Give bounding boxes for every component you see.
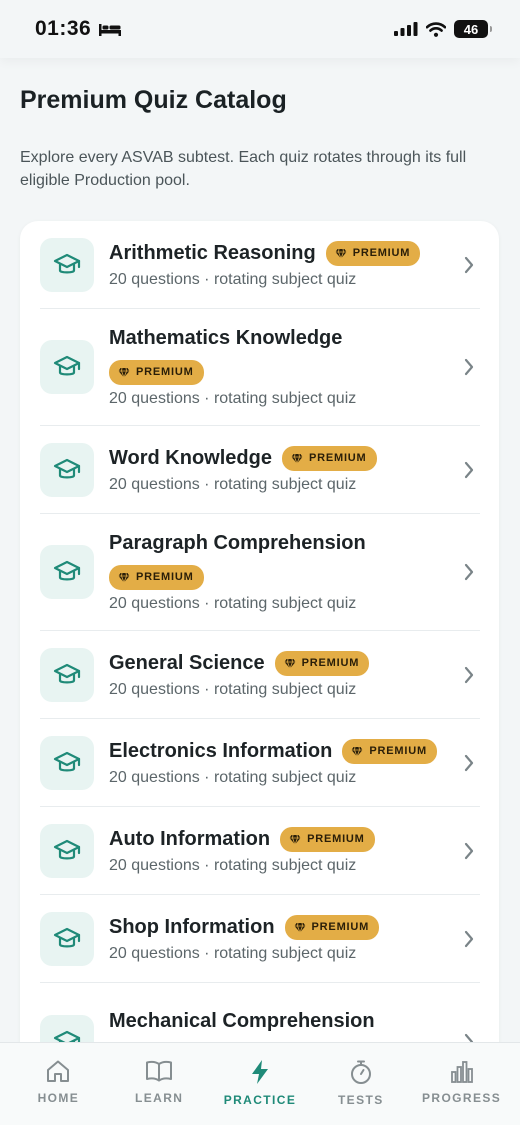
chevron-right-icon bbox=[464, 461, 474, 478]
chevron-right-icon bbox=[464, 754, 474, 771]
graduation-cap-icon bbox=[40, 735, 94, 790]
quiz-title: Shop Information bbox=[109, 915, 275, 938]
graduation-cap-icon bbox=[40, 237, 94, 292]
tab-label: TESTS bbox=[337, 1093, 384, 1107]
tab-learn[interactable]: LEARN bbox=[111, 1043, 207, 1125]
graduation-cap-icon bbox=[40, 340, 94, 394]
quiz-subtitle: 20 questions · rotating subject quiz bbox=[109, 768, 357, 786]
premium-badge-label: PREMIUM bbox=[307, 833, 365, 845]
status-right: 46 bbox=[394, 20, 492, 38]
graduation-cap-icon bbox=[40, 823, 94, 878]
chevron-right-icon bbox=[464, 842, 474, 859]
quiz-subtitle: 20 questions · rotating subject quiz bbox=[109, 680, 357, 698]
tab-progress[interactable]: PROGRESS bbox=[414, 1043, 510, 1125]
quiz-title: Word Knowledge bbox=[109, 446, 272, 469]
graduation-cap-icon bbox=[40, 545, 94, 599]
premium-badge-label: PREMIUM bbox=[369, 745, 427, 757]
diamond-icon bbox=[291, 453, 303, 464]
quiz-subtitle: 20 questions · rotating subject quiz bbox=[109, 475, 357, 493]
quiz-row-shop-information[interactable]: Shop Information PREMIUM 20 questions · … bbox=[40, 895, 480, 983]
chevron-right-icon bbox=[464, 256, 474, 273]
chevron-right-icon bbox=[464, 358, 474, 376]
quiz-row-arithmetic-reasoning[interactable]: Arithmetic Reasoning PREMIUM 20 question… bbox=[40, 221, 480, 309]
status-bar: 01:36 46 bbox=[0, 0, 520, 58]
quiz-subtitle: 20 questions · rotating subject quiz bbox=[109, 856, 357, 874]
premium-badge: PREMIUM bbox=[325, 240, 421, 266]
quiz-row-electronics-information[interactable]: Electronics Information PREMIUM 20 quest… bbox=[40, 719, 480, 807]
diamond-icon bbox=[118, 572, 130, 583]
tab-home[interactable]: HOME bbox=[10, 1043, 106, 1125]
quiz-list-card: Arithmetic Reasoning PREMIUM 20 question… bbox=[20, 221, 499, 1081]
premium-badge: PREMIUM bbox=[109, 564, 204, 590]
premium-badge: PREMIUM bbox=[342, 738, 437, 764]
premium-badge-label: PREMIUM bbox=[136, 366, 194, 378]
diamond-icon bbox=[351, 746, 363, 757]
battery-indicator: 46 bbox=[454, 20, 492, 38]
quiz-title: Mechanical Comprehension bbox=[109, 1010, 375, 1032]
quiz-title: Mathematics Knowledge bbox=[109, 326, 343, 349]
graduation-cap-icon bbox=[40, 911, 94, 966]
chevron-right-icon bbox=[464, 930, 474, 947]
chevron-right-icon bbox=[464, 563, 474, 581]
cellular-signal-icon bbox=[394, 22, 418, 36]
wifi-icon bbox=[426, 21, 446, 37]
quiz-row-mathematics-knowledge[interactable]: Mathematics Knowledge PREMIUM 20 questio… bbox=[40, 309, 480, 426]
quiz-row-auto-information[interactable]: Auto Information PREMIUM 20 questions · … bbox=[40, 807, 480, 895]
tab-label: PROGRESS bbox=[421, 1091, 502, 1105]
status-left: 01:36 bbox=[35, 17, 122, 41]
quiz-title: Electronics Information bbox=[109, 739, 333, 762]
book-icon bbox=[146, 1060, 173, 1082]
quiz-subtitle: 20 questions · rotating subject quiz bbox=[109, 594, 357, 612]
clock: 01:36 bbox=[35, 17, 92, 40]
premium-badge: PREMIUM bbox=[280, 826, 375, 852]
tab-tests[interactable]: TESTS bbox=[313, 1043, 409, 1125]
diamond-icon bbox=[284, 658, 296, 669]
graduation-cap-icon bbox=[40, 442, 94, 497]
premium-badge-label: PREMIUM bbox=[136, 571, 194, 583]
page-title: Premium Quiz Catalog bbox=[20, 86, 287, 114]
premium-badge: PREMIUM bbox=[274, 650, 370, 676]
diamond-icon bbox=[294, 922, 306, 933]
bolt-icon bbox=[251, 1060, 268, 1084]
bed-icon bbox=[99, 24, 122, 36]
quiz-title: Arithmetic Reasoning bbox=[109, 241, 316, 264]
chevron-right-icon bbox=[464, 666, 474, 683]
page-subtitle: Explore every ASVAB subtest. Each quiz r… bbox=[20, 149, 467, 189]
premium-badge-label: PREMIUM bbox=[308, 452, 367, 464]
premium-badge-label: PREMIUM bbox=[311, 921, 370, 933]
diamond-icon bbox=[118, 367, 130, 378]
premium-badge: PREMIUM bbox=[109, 359, 204, 385]
graduation-cap-icon bbox=[40, 647, 94, 702]
stopwatch-icon bbox=[350, 1060, 371, 1084]
quiz-subtitle: 20 questions · rotating subject quiz bbox=[109, 270, 357, 288]
home-icon bbox=[47, 1060, 70, 1082]
bottom-tab-bar: HOME LEARN PRACTICE TESTS PROGRESS bbox=[0, 1042, 520, 1125]
diamond-icon bbox=[289, 834, 301, 845]
quiz-subtitle: 20 questions · rotating subject quiz bbox=[109, 389, 357, 407]
quiz-row-paragraph-comprehension[interactable]: Paragraph Comprehension PREMIUM 20 quest… bbox=[40, 514, 480, 631]
tab-practice[interactable]: PRACTICE bbox=[212, 1043, 308, 1125]
quiz-row-word-knowledge[interactable]: Word Knowledge PREMIUM 20 questions · ro… bbox=[40, 426, 480, 514]
quiz-title: General Science bbox=[109, 651, 265, 674]
premium-badge: PREMIUM bbox=[281, 445, 377, 471]
tab-label: LEARN bbox=[135, 1091, 184, 1105]
quiz-title: Paragraph Comprehension bbox=[109, 531, 366, 554]
quiz-subtitle: 20 questions · rotating subject quiz bbox=[109, 944, 357, 962]
premium-badge-label: PREMIUM bbox=[352, 247, 411, 259]
quiz-row-general-science[interactable]: General Science PREMIUM 20 questions · r… bbox=[40, 631, 480, 719]
quiz-title: Auto Information bbox=[109, 827, 271, 850]
premium-badge: PREMIUM bbox=[284, 914, 380, 940]
bar-chart-icon bbox=[450, 1061, 473, 1083]
premium-badge-label: PREMIUM bbox=[301, 657, 360, 669]
diamond-icon bbox=[335, 248, 347, 259]
tab-label: PRACTICE bbox=[223, 1093, 297, 1107]
tab-label: HOME bbox=[37, 1091, 80, 1105]
